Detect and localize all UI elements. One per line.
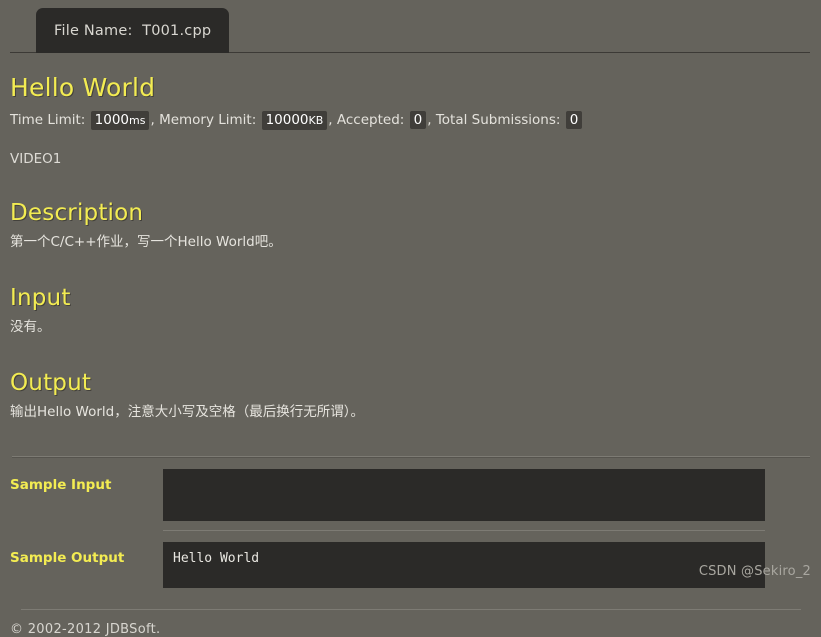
sample-input-box-wrap [163, 458, 811, 530]
time-limit-label: Time Limit: [10, 112, 86, 128]
sample-output-row: Sample Output Hello World [10, 531, 811, 597]
description-heading: Description [10, 200, 144, 226]
problem-content: Hello World Time Limit: 1000ms, Memory L… [0, 53, 821, 610]
sample-output-label: Sample Output [10, 550, 125, 566]
meta-separator-3: , [427, 112, 436, 128]
tab-bar: File Name: T001.cpp [0, 0, 821, 53]
time-limit-unit: ms [129, 114, 146, 127]
sample-input-row: Sample Input [10, 458, 811, 530]
problem-meta: Time Limit: 1000ms, Memory Limit: 10000K… [10, 110, 811, 130]
total-submissions-badge: 0 [565, 111, 583, 129]
sample-output-box[interactable]: Hello World [163, 542, 765, 588]
tab-file-name-label: File Name: T001.cpp [54, 22, 212, 39]
description-text: 第一个C/C++作业，写一个Hello World吧。 [10, 234, 282, 250]
time-limit-value: 1000 [94, 112, 130, 128]
memory-limit-badge: 10000KB [261, 111, 328, 130]
watermark: CSDN @Sekiro_2 [698, 564, 811, 579]
accepted-label: Accepted: [336, 112, 405, 128]
input-heading: Input [10, 285, 71, 311]
memory-limit-unit: KB [308, 114, 324, 127]
footer-copyright: © 2002-2012 JDBSoft. [10, 622, 161, 637]
video-link[interactable]: VIDEO1 [10, 151, 811, 167]
output-heading: Output [10, 370, 92, 396]
input-text: 没有。 [10, 319, 51, 335]
accepted-badge: 0 [409, 111, 427, 129]
sample-input-label: Sample Input [10, 477, 112, 493]
time-limit-badge: 1000ms [90, 111, 150, 130]
samples-table: Sample Input Sample Output Hello World [10, 456, 811, 597]
output-text: 输出Hello World，注意大小写及空格（最后换行无所谓）。 [10, 404, 364, 420]
sample-input-box[interactable] [163, 469, 765, 521]
memory-limit-value: 10000 [265, 112, 309, 128]
total-submissions-label: Total Submissions: [435, 112, 561, 128]
tab-file-name[interactable]: File Name: T001.cpp [36, 8, 230, 53]
memory-limit-label: Memory Limit: [159, 112, 257, 128]
page-title: Hello World [10, 73, 156, 102]
meta-separator-2: , [328, 112, 337, 128]
meta-separator-1: , [150, 112, 160, 128]
page-root: File Name: T001.cpp Hello World Time Lim… [0, 0, 821, 637]
